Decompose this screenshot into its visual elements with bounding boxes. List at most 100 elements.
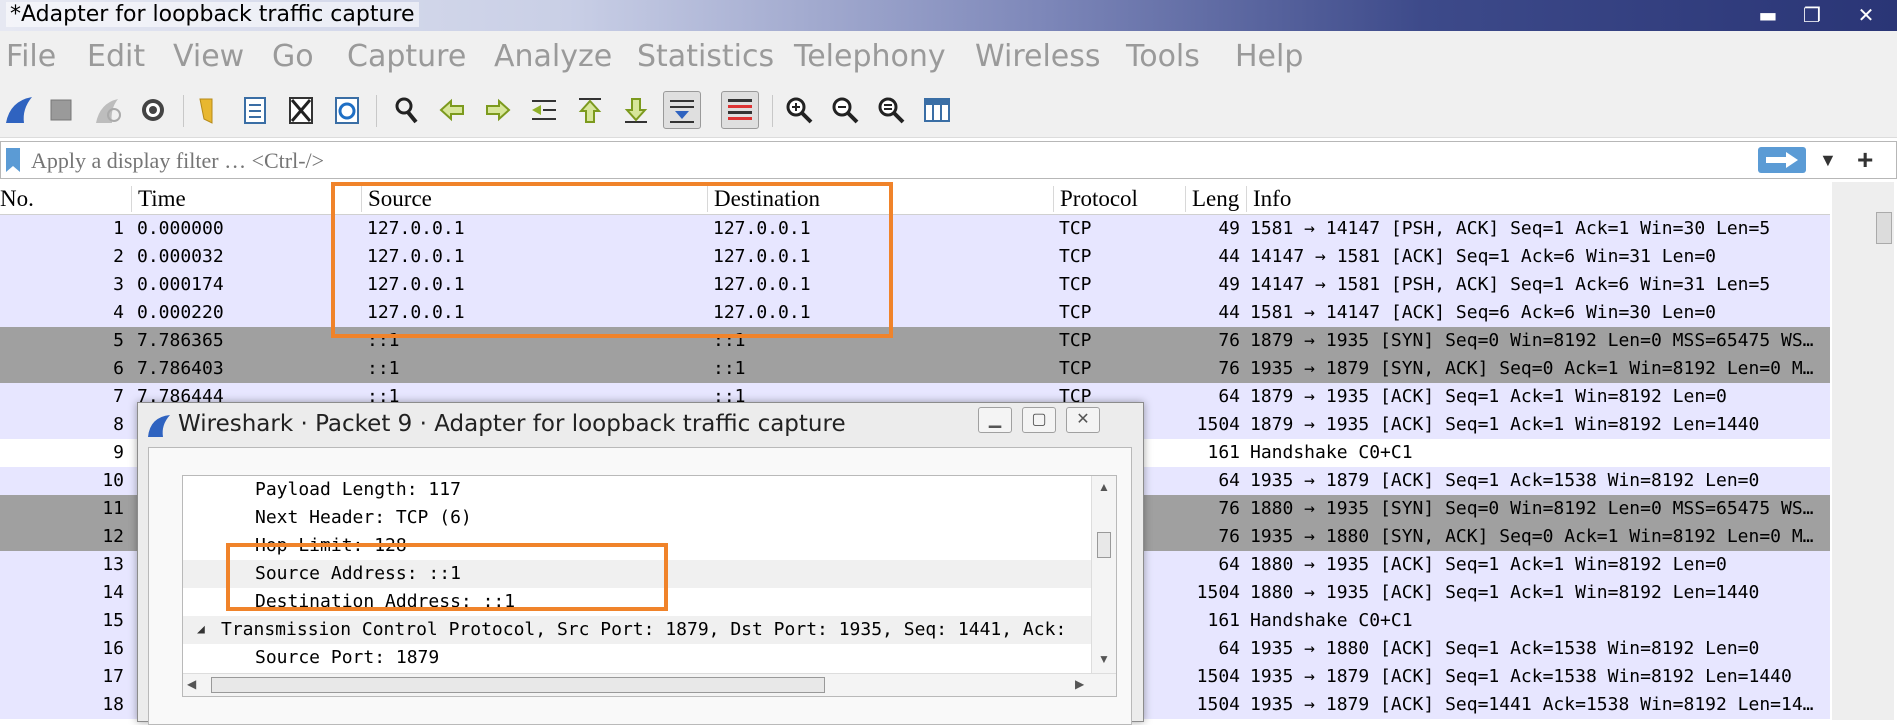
apply-filter-button[interactable] xyxy=(1758,147,1806,173)
find-icon[interactable] xyxy=(387,91,425,129)
menu-go[interactable]: Go xyxy=(272,39,314,74)
menu-telephony[interactable]: Telephony xyxy=(794,39,946,74)
packet-row[interactable]: 3 0.000174 127.0.0.1 127.0.0.1 TCP 49 14147 → … xyxy=(0,271,1830,299)
menu-tools[interactable]: Tools xyxy=(1126,39,1200,74)
packet-cell-len: 76 xyxy=(1218,498,1240,519)
wireshark-fin-icon xyxy=(148,415,170,437)
tree-scroll-thumb[interactable] xyxy=(1097,532,1111,558)
highlight-box-addresses xyxy=(226,543,668,611)
column-header-info[interactable]: Info xyxy=(1246,186,1291,212)
add-filter-button-icon[interactable]: + xyxy=(1857,144,1873,176)
packet-cell-info: 1935 → 1879 [ACK] Seq=1 Ack=1538 Win=819… xyxy=(1250,666,1792,687)
packet-list-header: No. Time Source Destination Protocol Len… xyxy=(0,182,1830,215)
scroll-right-icon[interactable]: ▶ xyxy=(1075,677,1084,691)
last-packet-icon[interactable] xyxy=(617,91,655,129)
menu-help[interactable]: Help xyxy=(1235,39,1303,74)
packet-cell-len: 76 xyxy=(1218,330,1240,351)
menu-edit[interactable]: Edit xyxy=(87,39,145,74)
save-file-icon[interactable] xyxy=(236,91,274,129)
packet-cell-info: 1879 → 1935 [SYN] Seq=0 Win=8192 Len=0 M… xyxy=(1250,330,1814,351)
packet-cell-no: 6 xyxy=(113,358,124,379)
scroll-up-icon[interactable]: ▲ xyxy=(1098,480,1110,494)
stop-icon[interactable] xyxy=(42,91,80,129)
maximize-button[interactable]: ❐ xyxy=(1792,2,1832,28)
open-folder-icon[interactable] xyxy=(190,91,228,129)
packet-cell-time: 0.000220 xyxy=(137,302,224,323)
options-gear-icon[interactable] xyxy=(134,91,172,129)
packet-row[interactable]: 1 0.000000 127.0.0.1 127.0.0.1 TCP 49 1581 → 1… xyxy=(0,215,1830,243)
tree-expander-icon[interactable]: ◢ xyxy=(197,616,205,644)
close-file-icon[interactable] xyxy=(282,91,320,129)
normal-size-icon[interactable] xyxy=(872,91,910,129)
column-header-time[interactable]: Time xyxy=(131,186,186,212)
first-packet-icon[interactable] xyxy=(571,91,609,129)
shark-fin-icon[interactable] xyxy=(0,91,38,129)
restart-icon[interactable] xyxy=(88,91,126,129)
packet-cell-no: 10 xyxy=(102,470,124,491)
packet-cell-no: 2 xyxy=(113,246,124,267)
colorize-icon[interactable] xyxy=(721,91,759,129)
column-header-length[interactable]: Leng xyxy=(1185,186,1239,212)
tree-hscroll-thumb[interactable] xyxy=(211,677,825,693)
tree-item-label: Payload Length: 117 xyxy=(255,479,461,500)
tree-item[interactable]: Payload Length: 117 xyxy=(183,476,1116,504)
packet-cell-len: 64 xyxy=(1218,554,1240,575)
packet-cell-info: 1581 → 14147 [ACK] Seq=6 Ack=6 Win=30 Le… xyxy=(1250,302,1716,323)
packet-cell-len: 49 xyxy=(1218,218,1240,239)
packet-row[interactable]: 6 7.786403::1::1 TCP 76 1935 → 1879 [SYN, AC… xyxy=(0,355,1830,383)
menu-statistics[interactable]: Statistics xyxy=(637,39,774,74)
reload-icon[interactable] xyxy=(328,91,366,129)
packet-list-scrollbar[interactable] xyxy=(1832,182,1894,720)
packet-cell-no: 13 xyxy=(102,554,124,575)
packet-cell-proto: TCP xyxy=(1059,218,1092,239)
packet-row[interactable]: 4 0.000220 127.0.0.1 127.0.0.1 TCP 44 1581 → 1… xyxy=(0,299,1830,327)
scroll-down-icon[interactable]: ▼ xyxy=(1098,652,1110,666)
scrollbar-thumb[interactable] xyxy=(1876,212,1892,244)
packet-row[interactable]: 5 7.786365::1::1 TCP 76 1879 → 1935 [SYN] Se… xyxy=(0,327,1830,355)
packet-cell-no: 8 xyxy=(113,414,124,435)
packet-cell-no: 1 xyxy=(113,218,124,239)
column-header-no[interactable]: No. xyxy=(0,186,34,212)
tree-item-label: Transmission Control Protocol, Src Port:… xyxy=(221,619,1067,640)
tree-item[interactable]: ◢ Transmission Control Protocol, Src Port… xyxy=(183,616,1116,644)
display-filter-input[interactable] xyxy=(29,145,1753,177)
column-header-protocol[interactable]: Protocol xyxy=(1053,186,1138,212)
arrow-right-icon xyxy=(1766,152,1798,168)
menu-analyze[interactable]: Analyze xyxy=(494,39,612,74)
packet-cell-len: 64 xyxy=(1218,470,1240,491)
packet-cell-dst: ::1 xyxy=(713,358,746,379)
zoom-in-icon[interactable] xyxy=(780,91,818,129)
packet-cell-len: 1504 xyxy=(1196,666,1240,687)
dialog-close-button[interactable]: ✕ xyxy=(1066,407,1100,433)
scroll-left-icon[interactable]: ◀ xyxy=(187,677,196,691)
packet-cell-info: 1935 → 1879 [SYN, ACK] Seq=0 Ack=1 Win=8… xyxy=(1250,358,1814,379)
back-arrow-icon[interactable] xyxy=(433,91,471,129)
close-button[interactable]: ✕ xyxy=(1846,2,1886,28)
menu-capture[interactable]: Capture xyxy=(347,39,466,74)
forward-arrow-icon[interactable] xyxy=(479,91,517,129)
filter-history-dropdown-icon[interactable]: ▼ xyxy=(1819,150,1837,171)
packet-cell-proto: TCP xyxy=(1059,302,1092,323)
tree-vertical-scrollbar[interactable]: ▲ ▼ xyxy=(1091,476,1116,696)
packet-cell-no: 16 xyxy=(102,638,124,659)
tree-item[interactable]: Next Header: TCP (6) xyxy=(183,504,1116,532)
minimize-button[interactable]: ▬ xyxy=(1748,2,1788,28)
packet-cell-len: 161 xyxy=(1207,442,1240,463)
menu-wireless[interactable]: Wireless xyxy=(975,39,1101,74)
packet-row[interactable]: 2 0.000032 127.0.0.1 127.0.0.1 TCP 44 14147 → … xyxy=(0,243,1830,271)
menu-file[interactable]: File xyxy=(6,39,56,74)
zoom-out-icon[interactable] xyxy=(826,91,864,129)
dialog-minimize-button[interactable]: ▁ xyxy=(978,407,1012,433)
packet-cell-no: 18 xyxy=(102,694,124,715)
bookmark-icon[interactable] xyxy=(4,147,22,173)
dialog-maximize-button[interactable]: ▢ xyxy=(1022,407,1056,433)
autoscroll-icon[interactable] xyxy=(663,91,701,129)
goto-packet-icon[interactable] xyxy=(525,91,563,129)
menu-view[interactable]: View xyxy=(173,39,244,74)
display-filter-bar: ▼ + xyxy=(0,141,1897,179)
packet-cell-info: 1880 → 1935 [ACK] Seq=1 Ack=1 Win=8192 L… xyxy=(1250,582,1760,603)
packet-cell-time: 0.000000 xyxy=(137,218,224,239)
tree-item[interactable]: Source Port: 1879 xyxy=(183,644,1116,672)
tree-horizontal-scrollbar[interactable]: ◀ ▶ xyxy=(183,673,1116,696)
resize-columns-icon[interactable] xyxy=(918,91,956,129)
